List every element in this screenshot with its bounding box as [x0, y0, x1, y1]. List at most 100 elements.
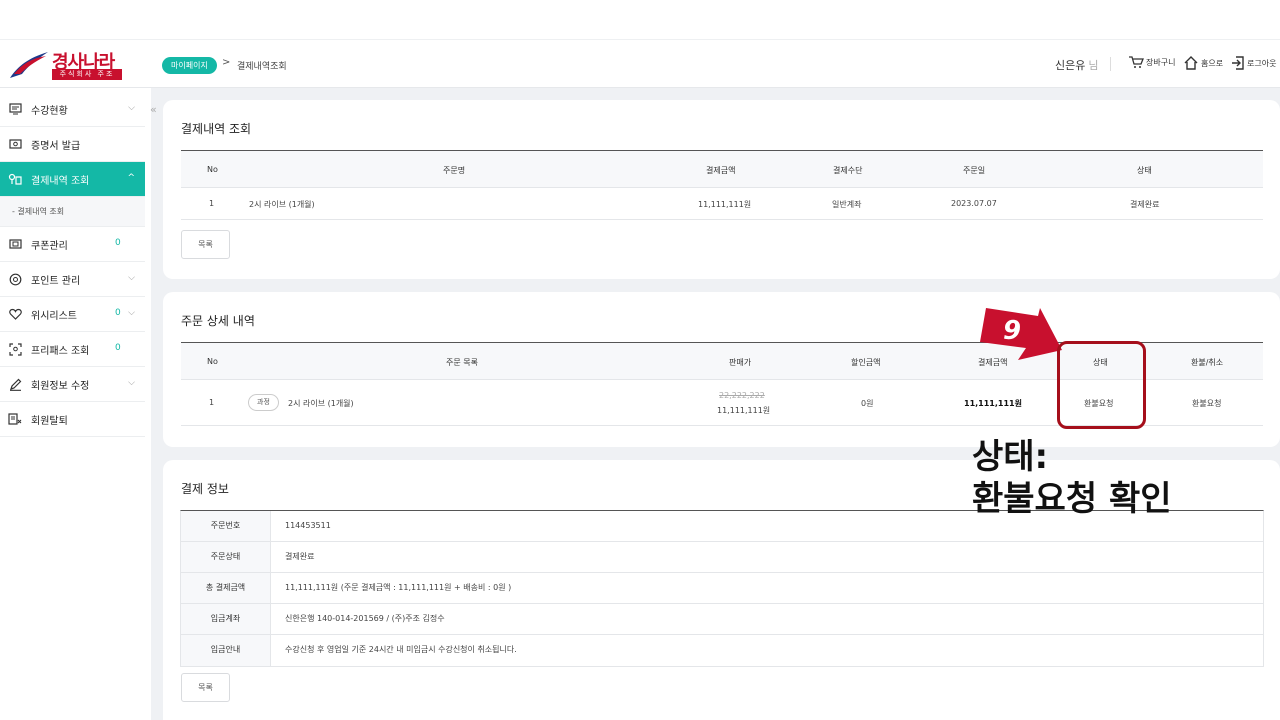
info-key: 입금안내: [181, 635, 271, 666]
th-discount: 할인금액: [851, 358, 881, 367]
th-amount: 결제금액: [706, 166, 736, 175]
sidebar-item-label: 포인트 관리: [31, 275, 81, 287]
chevron-down-icon: ⌵: [128, 273, 135, 283]
home-label: 홈으로: [1201, 58, 1224, 68]
user-name: 신은유 님: [1055, 59, 1099, 72]
sidebar: 수강현황 ⌵ 증명서 발급 결제내역 조회 ^ - 결제내역 조회 쿠폰관리 0…: [0, 92, 145, 720]
chevron-down-icon: ⌵: [128, 378, 135, 388]
chevron-down-icon: ⌵: [128, 308, 135, 318]
th-refund: 환불/취소: [1191, 358, 1224, 367]
th-no: No: [207, 165, 218, 174]
payinfo-title: 결제 정보: [181, 482, 229, 496]
th-no: No: [207, 357, 218, 366]
cart-link[interactable]: 장바구니: [1128, 55, 1175, 69]
th-method: 결제수단: [833, 166, 863, 175]
sidebar-item-certificate[interactable]: 증명서 발급: [0, 127, 145, 162]
info-value: 11,111,111원 (주문 결제금액 : 11,111,111원 + 배송비…: [285, 583, 512, 592]
annotation-text: 상태: 환불요청 확인: [972, 436, 1172, 520]
monitor-icon: [8, 102, 22, 116]
heart-icon: [8, 307, 22, 321]
sidebar-item-points[interactable]: 포인트 관리 ⌵: [0, 262, 145, 297]
point-icon: [8, 272, 22, 286]
th-order-name: 주문명: [443, 166, 466, 175]
cell-amount: 11,111,111원: [698, 200, 752, 209]
refund-request-link[interactable]: 환불요청: [1192, 398, 1221, 409]
bird-logo-icon: [10, 52, 48, 78]
cell-order-item: 2시 라이브 (1개월): [288, 399, 354, 408]
chevron-down-icon: ⌵: [128, 103, 135, 113]
cart-icon: [1129, 56, 1144, 68]
info-key: 주문상태: [181, 542, 271, 572]
status-highlight-box: [1057, 341, 1146, 429]
sidebar-item-label: 쿠폰관리: [31, 240, 68, 252]
sidebar-item-label: 증명서 발급: [31, 140, 81, 152]
info-row: 주문상태 결제완료: [181, 542, 1263, 573]
sidebar-item-label: 회원탈퇴: [31, 415, 68, 427]
home-icon: [1184, 56, 1198, 70]
sidebar-item-label: 수강현황: [31, 105, 68, 117]
freepass-count: 0: [115, 343, 121, 353]
cell-order-name: 2시 라이브 (1개월): [249, 200, 315, 209]
cell-method: 일반계좌: [832, 200, 862, 209]
sidebar-item-withdraw[interactable]: 회원탈퇴: [0, 402, 145, 437]
info-key: 입금계좌: [181, 604, 271, 634]
cell-date: 2023.07.07: [951, 199, 997, 208]
breadcrumb-mypage[interactable]: 마이페이지: [162, 57, 217, 74]
home-link[interactable]: 홈으로: [1183, 55, 1223, 71]
sidebar-item-label: 회원정보 수정: [31, 380, 90, 392]
sidebar-item-label: 결제내역 조회: [31, 175, 90, 187]
header: 경사나라 주식회사 주조 마이페이지 > 결제내역조회 신은유 님 장바구니 홈으…: [0, 40, 1280, 88]
info-value: 결제완료: [285, 552, 315, 561]
sidebar-item-wishlist[interactable]: 위시리스트 0 ⌵: [0, 297, 145, 332]
annotation-line1: 상태:: [972, 437, 1049, 477]
coupon-icon: [8, 237, 22, 251]
cell-no: 1: [209, 199, 215, 208]
sidebar-item-freepass[interactable]: 프리패스 조회 0: [0, 332, 145, 367]
payments-title: 결제내역 조회: [181, 122, 252, 136]
sidebar-item-coupons[interactable]: 쿠폰관리 0: [0, 227, 145, 262]
payinfo-table: 주문번호 114453511 주문상태 결제완료 총 결제금액 11,111,1…: [180, 510, 1264, 667]
chevron-up-icon: ^: [127, 173, 135, 183]
info-value: 신한은행 140-014-201569 / (주)주조 김정수: [285, 614, 445, 623]
cart-label: 장바구니: [1146, 57, 1176, 67]
info-key: 총 결제금액: [181, 573, 271, 603]
list-button[interactable]: 목록: [181, 230, 230, 259]
th-order-list: 주문 목록: [446, 358, 478, 367]
sidebar-item-profile[interactable]: 회원정보 수정 ⌵: [0, 367, 145, 402]
sidebar-collapse-icon[interactable]: «: [150, 103, 157, 116]
certificate-icon: [8, 137, 22, 151]
table-row[interactable]: 1 2시 라이브 (1개월) 11,111,111원 일반계좌 2023.07.…: [181, 188, 1263, 220]
header-divider: [1110, 57, 1111, 71]
th-price: 판매가: [729, 358, 752, 367]
logout-link[interactable]: 로그아웃: [1231, 55, 1276, 71]
withdraw-icon: [8, 412, 22, 426]
annotation-line2: 환불요청 확인: [972, 479, 1172, 519]
sidebar-item-label: 프리패스 조회: [31, 345, 90, 357]
brand-logo[interactable]: 경사나라 주식회사 주조: [8, 46, 122, 82]
info-row: 총 결제금액 11,111,111원 (주문 결제금액 : 11,111,111…: [181, 573, 1263, 604]
info-row: 입금계좌 신한은행 140-014-201569 / (주)주조 김정수: [181, 604, 1263, 635]
sidebar-subitem-payments[interactable]: - 결제내역 조회: [0, 197, 145, 227]
course-tag: 과정: [248, 394, 279, 411]
cell-no: 1: [209, 398, 215, 407]
list-button[interactable]: 목록: [181, 673, 230, 702]
logout-icon: [1232, 56, 1244, 70]
payments-panel: 결제내역 조회 No 주문명 결제금액 결제수단 주문일 상태 1 2시 라이브…: [163, 100, 1280, 279]
payment-icon: [8, 172, 22, 186]
pencil-icon: [8, 377, 22, 391]
cell-discount: 0원: [861, 399, 874, 408]
table-header: No 주문명 결제금액 결제수단 주문일 상태: [181, 150, 1263, 188]
sidebar-item-payments[interactable]: 결제내역 조회 ^: [0, 162, 145, 197]
detail-title: 주문 상세 내역: [181, 314, 255, 328]
info-value: 수강신청 후 영업일 기준 24시간 내 미입금시 수강신청이 취소됩니다.: [285, 645, 517, 654]
scan-icon: [8, 342, 22, 356]
coupon-count: 0: [115, 238, 121, 248]
info-row: 입금안내 수강신청 후 영업일 기준 24시간 내 미입금시 수강신청이 취소됩…: [181, 635, 1263, 666]
top-blank-strip: [0, 0, 1280, 40]
sidebar-item-courses[interactable]: 수강현황 ⌵: [0, 92, 145, 127]
step-number: 9: [1003, 316, 1022, 346]
cell-status: 결제완료: [1130, 200, 1160, 209]
brand-sub: 주식회사 주조: [52, 69, 122, 80]
cell-original-price: 22,222,222: [719, 391, 765, 400]
th-status: 상태: [1137, 166, 1152, 175]
